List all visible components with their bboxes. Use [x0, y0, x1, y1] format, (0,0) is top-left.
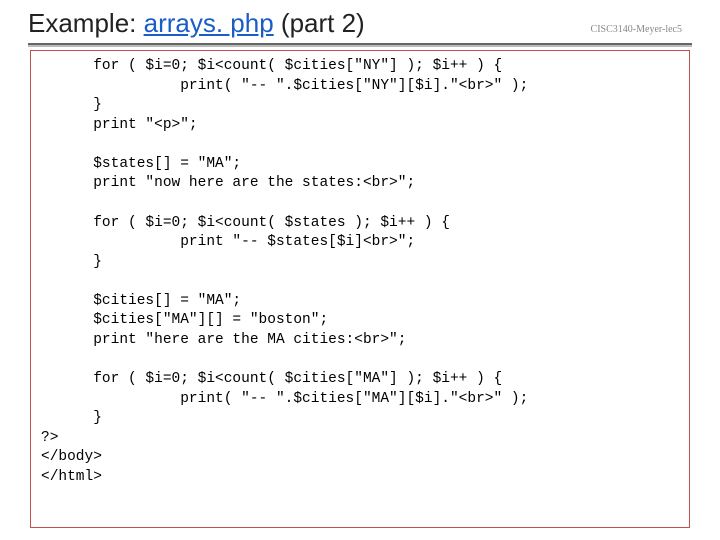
title-link: arrays. php [144, 8, 274, 38]
course-stamp: CISC3140-Meyer-lec5 [591, 24, 682, 35]
title-suffix: (part 2) [274, 8, 365, 38]
title-prefix: Example: [28, 8, 144, 38]
code-box: for ( $i=0; $i<count( $cities["NY"] ); $… [30, 50, 690, 528]
slide: Example: arrays. php (part 2) CISC3140-M… [0, 0, 720, 540]
slide-title: Example: arrays. php (part 2) [28, 8, 365, 39]
title-rule [28, 43, 692, 47]
